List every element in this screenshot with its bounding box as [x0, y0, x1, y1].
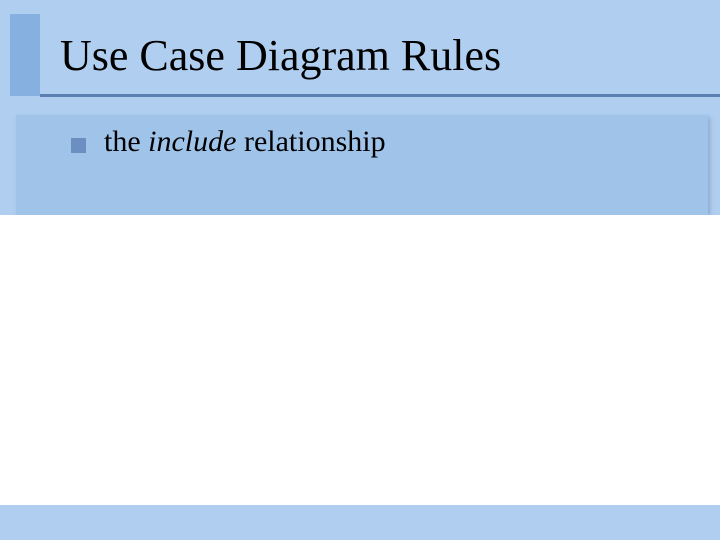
slide-title: Use Case Diagram Rules — [60, 30, 501, 81]
bullet-text: the include relationship — [104, 125, 386, 159]
bullet-item: the include relationship — [71, 125, 386, 159]
bullet-text-pre: the — [104, 125, 148, 158]
bullet-text-post: relationship — [236, 125, 385, 158]
bullet-text-emph: include — [148, 125, 236, 158]
title-area: Use Case Diagram Rules — [0, 14, 720, 96]
bullet-square-icon — [71, 138, 86, 153]
lower-white-region — [0, 215, 720, 505]
content-panel: the include relationship — [16, 115, 708, 215]
title-accent-bar — [10, 14, 40, 96]
title-underline — [40, 94, 720, 97]
